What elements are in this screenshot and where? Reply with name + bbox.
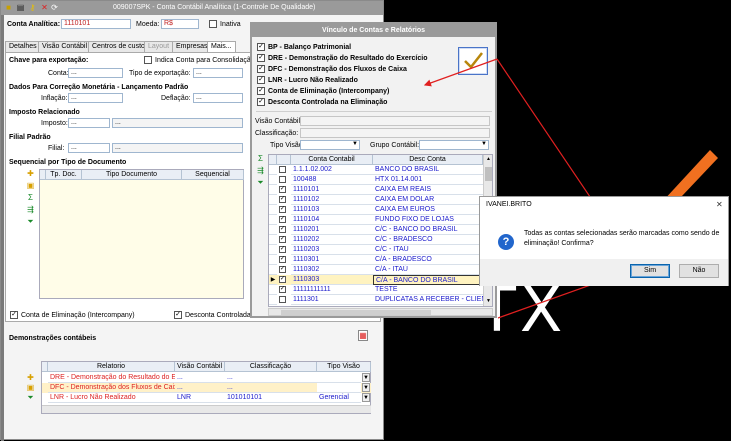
- dialog-message-line2: eliminação! Confirma?: [524, 240, 594, 247]
- dialog-title: IVANEI.BRITO: [486, 201, 532, 208]
- confirm-dialog: IVANEI.BRITO ✕ ? Todas as contas selecio…: [479, 196, 729, 286]
- arrow-to-eliminacao: [423, 58, 498, 87]
- sim-button[interactable]: Sim: [630, 264, 670, 278]
- dialog-message-line1: Todas as contas selecionadas serão marca…: [524, 230, 720, 237]
- nao-button[interactable]: Não: [679, 264, 719, 278]
- dialog-close-button[interactable]: ✕: [716, 200, 723, 209]
- question-icon: ?: [498, 234, 514, 250]
